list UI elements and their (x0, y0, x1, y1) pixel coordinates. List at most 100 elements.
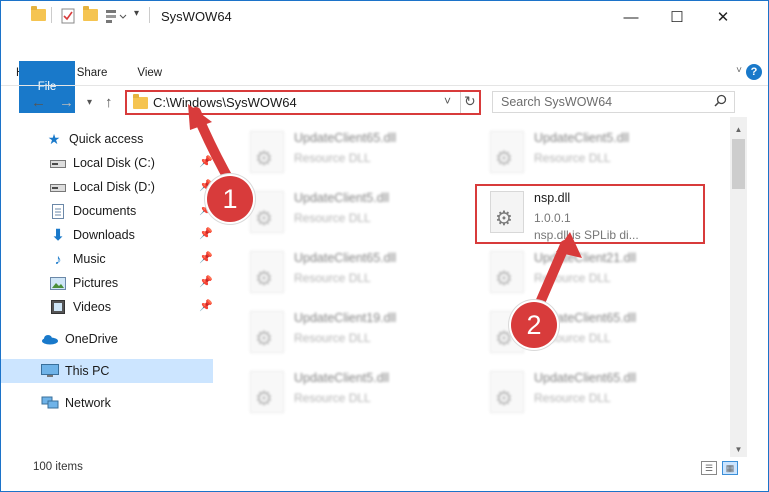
list-item[interactable]: ⚙ UpdateClient5.dll Resource DLL (222, 367, 432, 419)
annotation-badge-2: 2 (511, 302, 557, 348)
expand-ribbon-icon[interactable]: ˅ (736, 65, 742, 76)
file-name: UpdateClient65.dll (294, 251, 397, 265)
up-arrow-icon[interactable]: ↑ (105, 94, 113, 111)
gear-icon: ⚙ (495, 268, 513, 290)
sidebar-item-label: Downloads (73, 228, 135, 242)
sidebar-item-quick-access[interactable]: ★ Quick access (1, 127, 213, 151)
vertical-scrollbar[interactable]: ▲ ▼ (730, 117, 747, 457)
refresh-icon[interactable]: ↻ (464, 93, 476, 110)
sidebar-item-onedrive[interactable]: OneDrive (1, 327, 213, 351)
file-name: UpdateClient21.dll (534, 251, 637, 265)
sidebar-item-label: Quick access (69, 132, 144, 146)
scroll-down-icon[interactable]: ▼ (730, 441, 747, 457)
address-bar[interactable]: C:\Windows\SysWOW64 ˅ ↻ (125, 90, 481, 115)
forward-arrow-icon[interactable]: → (59, 94, 74, 111)
list-item[interactable]: ⚙ UpdateClient65.dll Resource DLL (222, 247, 432, 299)
gear-icon: ⚙ (255, 148, 273, 170)
window-title: SysWOW64 (161, 9, 232, 24)
file-description: Resource DLL (534, 151, 611, 165)
file-thumbnail: ⚙ (250, 191, 284, 233)
list-item[interactable]: ⚙ UpdateClient65.dll Resource DLL (462, 367, 672, 419)
file-name: UpdateClient65.dll (294, 131, 397, 145)
pin-icon[interactable]: 📌 (199, 251, 213, 264)
file-name: UpdateClient5.dll (534, 131, 630, 145)
address-folder-icon (133, 94, 148, 112)
gear-icon: ⚙ (495, 148, 513, 170)
pin-icon[interactable]: 📌 (199, 299, 213, 312)
pin-icon[interactable]: 📌 (199, 155, 213, 168)
file-description: Resource DLL (534, 271, 611, 285)
star-icon: ★ (47, 130, 61, 147)
quick-access-dropdown-icon[interactable]: ▾ (134, 8, 139, 24)
sidebar-item-pictures[interactable]: Pictures 📌 (1, 271, 213, 295)
drive-icon (49, 155, 67, 171)
file-name: UpdateClient5.dll (294, 371, 390, 385)
address-dropdown-icon[interactable]: ˅ (444, 94, 451, 108)
status-bar: 100 items ☰ ▦ (1, 457, 768, 479)
sidebar-item-label: Videos (73, 300, 111, 314)
sidebar-item-documents[interactable]: Documents 📌 (1, 199, 213, 223)
search-input[interactable]: Search SysWOW64 (492, 91, 735, 113)
title-divider (149, 7, 150, 23)
large-icons-view-icon[interactable]: ▦ (722, 461, 738, 475)
sidebar-item-label: Network (65, 396, 111, 410)
file-thumbnail: ⚙ (490, 371, 524, 413)
sidebar-item-label: Pictures (73, 276, 119, 290)
annotation-badge-1: 1 (207, 176, 253, 222)
sidebar-item-local-disk-c[interactable]: Local Disk (C:) 📌 (1, 151, 213, 175)
file-thumbnail: ⚙ (250, 371, 284, 413)
pin-icon[interactable]: 📌 (199, 275, 213, 288)
file-name: UpdateClient19.dll (294, 311, 397, 325)
list-item[interactable]: ⚙ UpdateClient65.dll Resource DLL (462, 307, 672, 359)
scroll-up-icon[interactable]: ▲ (730, 121, 747, 137)
title-bar: ▾ SysWOW64 — ☐ ✕ (1, 1, 768, 33)
ribbon-tabs: File Home Share View (1, 61, 177, 113)
customize-toolbar-icon[interactable] (105, 8, 127, 24)
documents-icon (49, 203, 67, 219)
help-icon[interactable]: ? (746, 64, 762, 80)
back-arrow-icon[interactable]: ← (31, 94, 46, 111)
pin-icon[interactable]: 📌 (199, 227, 213, 240)
computer-icon (41, 363, 59, 379)
downloads-icon: ⬇ (51, 227, 65, 244)
address-divider (460, 92, 461, 113)
gear-icon: ⚙ (255, 208, 273, 230)
gear-icon: ⚙ (255, 388, 273, 410)
sidebar-item-local-disk-d[interactable]: Local Disk (D:) 📌 (1, 175, 213, 199)
search-icon[interactable] (714, 94, 727, 110)
file-description: Resource DLL (294, 271, 371, 285)
details-view-icon[interactable]: ☰ (701, 461, 717, 475)
sidebar-item-downloads[interactable]: ⬇ Downloads 📌 (1, 223, 213, 247)
minimize-button[interactable]: — (608, 1, 654, 33)
file-description: Resource DLL (294, 151, 371, 165)
new-folder-icon[interactable] (83, 6, 98, 25)
sidebar-item-music[interactable]: ♪ Music 📌 (1, 247, 213, 271)
network-icon (41, 395, 59, 411)
close-button[interactable]: ✕ (700, 1, 746, 33)
scrollbar-thumb[interactable] (732, 139, 745, 189)
list-item[interactable]: ⚙ UpdateClient65.dll Resource DLL (222, 127, 432, 179)
sidebar-item-label: Local Disk (D:) (73, 180, 155, 194)
folder-icon (31, 6, 46, 25)
file-description: Resource DLL (294, 391, 371, 405)
drive-icon (49, 179, 67, 195)
list-item[interactable]: ⚙ UpdateClient5.dll Resource DLL (462, 127, 672, 179)
maximize-button[interactable]: ☐ (654, 1, 700, 33)
recent-locations-icon[interactable]: ▾ (87, 97, 92, 108)
list-item[interactable]: ⚙ UpdateClient21.dll Resource DLL (462, 247, 672, 299)
properties-icon[interactable] (61, 8, 75, 24)
file-thumbnail: ⚙ (490, 251, 524, 293)
tab-view[interactable]: View (122, 61, 177, 85)
file-name: UpdateClient5.dll (294, 191, 390, 205)
list-item[interactable]: ⚙ UpdateClient19.dll Resource DLL (222, 307, 432, 359)
file-description: Resource DLL (534, 391, 611, 405)
file-name: UpdateClient65.dll (534, 371, 637, 385)
ribbon-divider (1, 85, 768, 86)
address-path[interactable]: C:\Windows\SysWOW64 (153, 95, 297, 110)
file-thumbnail: ⚙ (250, 131, 284, 173)
list-item[interactable]: ⚙ UpdateClient5.dll Resource DLL (222, 187, 432, 239)
sidebar-item-videos[interactable]: Videos 📌 (1, 295, 213, 319)
sidebar-item-label: OneDrive (65, 332, 118, 346)
sidebar-item-this-pc[interactable]: This PC (1, 359, 213, 383)
sidebar-item-network[interactable]: Network (1, 391, 213, 415)
